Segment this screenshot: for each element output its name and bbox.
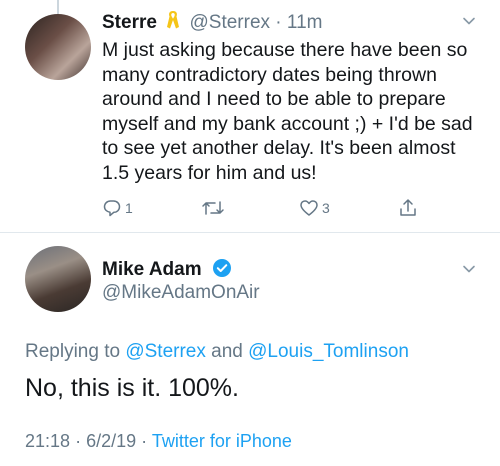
sterre-avatar[interactable] bbox=[25, 14, 91, 80]
replying-prefix: Replying to bbox=[25, 341, 121, 362]
share-button[interactable] bbox=[398, 198, 418, 218]
meta-separator: · bbox=[75, 431, 82, 451]
like-button[interactable]: 3 bbox=[299, 198, 330, 218]
thread-line-top bbox=[57, 0, 59, 14]
replying-user-louis[interactable]: @Louis_Tomlinson bbox=[248, 341, 409, 362]
tweet1-text: M just asking because there have been so… bbox=[102, 39, 473, 184]
retweet-button[interactable] bbox=[201, 198, 225, 218]
verified-badge-icon bbox=[212, 258, 232, 284]
reply-count: 1 bbox=[125, 200, 133, 216]
meta-separator: · bbox=[141, 431, 148, 451]
heart-icon bbox=[299, 198, 319, 218]
tweet1-timestamp[interactable]: 11m bbox=[287, 12, 323, 33]
share-icon bbox=[398, 198, 418, 218]
tweet-divider bbox=[0, 232, 500, 233]
tweet2-meta: 21:18 · 6/2/19 · Twitter for iPhone bbox=[25, 431, 292, 452]
tweet1-separator: · bbox=[275, 12, 282, 33]
tweet2-source[interactable]: Twitter for iPhone bbox=[152, 431, 292, 451]
tweet2-text: No, this is it. 100%. bbox=[25, 374, 239, 402]
tweet1-author-handle[interactable]: @Sterrex bbox=[189, 12, 270, 33]
tweet1-chevron-down-icon[interactable] bbox=[462, 14, 476, 28]
replying-and: and bbox=[211, 341, 243, 362]
tweet2-author-handle[interactable]: @MikeAdamOnAir bbox=[102, 282, 260, 304]
tweet2-chevron-down-icon[interactable] bbox=[462, 262, 476, 276]
retweet-icon bbox=[201, 198, 225, 218]
reply-icon bbox=[102, 198, 122, 218]
like-count: 3 bbox=[322, 200, 330, 216]
reply-button[interactable]: 1 bbox=[102, 198, 133, 218]
tweet1-action-bar: 1 3 bbox=[0, 198, 500, 222]
tweet2-date: 6/2/19 bbox=[86, 431, 137, 451]
tweet1-header: Sterre @Sterrex · 11m bbox=[102, 10, 322, 36]
mike-adam-avatar[interactable] bbox=[25, 246, 91, 312]
tweet1-author-name[interactable]: Sterre bbox=[102, 12, 157, 33]
tweet2-header: Mike Adam bbox=[102, 258, 232, 284]
tweet2-time: 21:18 bbox=[25, 431, 71, 451]
replying-to: Replying to @Sterrex and @Louis_Tomlinso… bbox=[25, 341, 409, 363]
yellow-ribbon-icon bbox=[166, 10, 180, 36]
replying-user-sterrex[interactable]: @Sterrex bbox=[125, 341, 206, 362]
tweet2-author-name[interactable]: Mike Adam bbox=[102, 259, 202, 280]
